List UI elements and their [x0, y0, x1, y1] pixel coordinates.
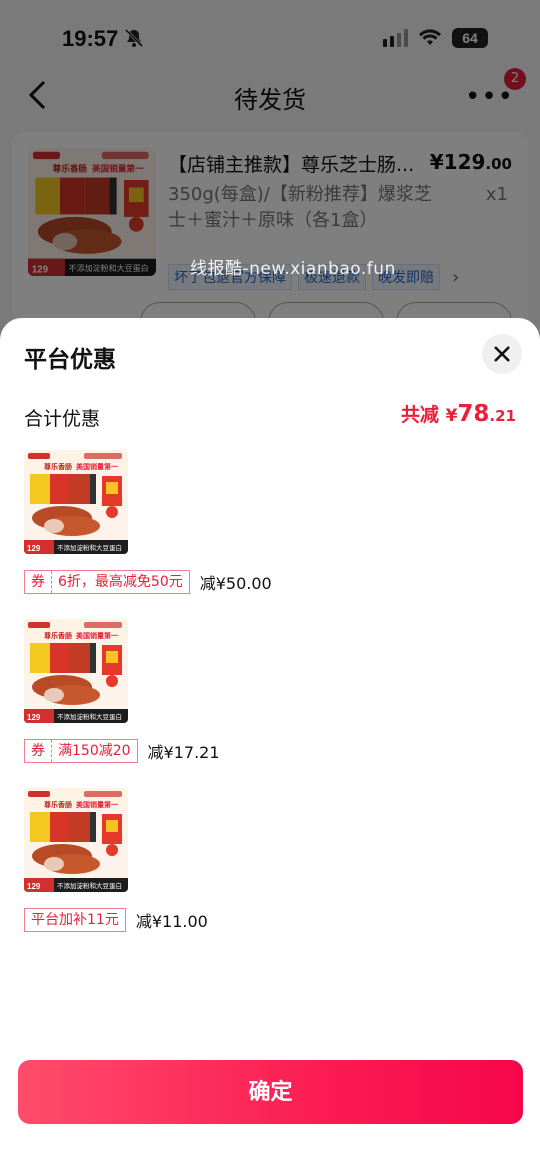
- item-product-image: 尊乐香肠 美国销量第一 129 不添加淀粉和大豆蛋白: [24, 619, 128, 723]
- close-button[interactable]: [482, 334, 522, 374]
- saving-amount: 减¥11.00: [135, 912, 208, 931]
- currency-symbol: ¥: [445, 406, 458, 426]
- sausage-product-image: 尊乐香肠 美国销量第一 129 不添加淀粉和大豆蛋白: [24, 450, 128, 554]
- sheet-title: 平台优惠: [24, 347, 116, 373]
- coupon-tag: 平台加补11元: [24, 908, 126, 932]
- product-banner: 尊乐香肠: [44, 800, 72, 809]
- coupon-prefix: 券: [25, 740, 52, 762]
- close-icon: [494, 346, 510, 362]
- product-banner: 尊乐香肠: [44, 631, 72, 640]
- discount-item: 尊乐香肠 美国销量第一 129 不添加淀粉和大豆蛋白 平台加补11元 减¥11.…: [24, 788, 524, 932]
- price-badge: 129: [27, 544, 41, 553]
- product-footer: 不添加淀粉和大豆蛋白: [57, 881, 122, 890]
- discount-row: 平台加补11元 减¥11.00: [24, 908, 524, 932]
- product-footer: 不添加淀粉和大豆蛋白: [57, 543, 122, 552]
- sausage-product-image: 尊乐香肠 美国销量第一 129 不添加淀粉和大豆蛋白: [24, 619, 128, 723]
- product-banner-highlight: 美国销量第一: [76, 462, 118, 471]
- total-discount-value: 共减 ¥78.21: [401, 400, 516, 427]
- coupon-tag: 券 6折，最高减免50元: [24, 570, 190, 594]
- price-badge: 129: [27, 882, 41, 891]
- total-discount-label: 合计优惠: [24, 408, 101, 430]
- watermark: 线报酷-new.xianbao.fun: [190, 259, 396, 279]
- discount-item: 尊乐香肠 美国销量第一 129 不添加淀粉和大豆蛋白 券: [24, 619, 524, 763]
- discount-row: 券 6折，最高减免50元 减¥50.00: [24, 570, 524, 594]
- sausage-product-image: 尊乐香肠 美国销量第一 129 不添加淀粉和大豆蛋白: [24, 788, 128, 892]
- saving-amount: 减¥50.00: [199, 574, 272, 593]
- saving-amount: 减¥17.21: [147, 743, 220, 762]
- total-int: 78: [457, 401, 490, 427]
- price-badge: 129: [27, 713, 41, 722]
- coupon-tag: 券 满150减20: [24, 739, 138, 763]
- coupon-prefix: 券: [25, 571, 52, 593]
- discount-row: 券 满150减20 减¥17.21: [24, 739, 524, 763]
- total-dec: .21: [489, 407, 516, 425]
- product-banner: 尊乐香肠: [44, 462, 72, 471]
- product-footer: 不添加淀粉和大豆蛋白: [57, 712, 122, 721]
- discount-item: 尊乐香肠 美国销量第一 129 不添加淀粉和大豆蛋白 券: [24, 450, 524, 594]
- confirm-button[interactable]: 确定: [18, 1060, 523, 1124]
- product-banner-highlight: 美国销量第一: [76, 631, 118, 640]
- discount-sheet: 平台优惠 合计优惠 共减 ¥78.21 尊乐香肠 美国销量第一 129 不添加淀…: [0, 318, 540, 1173]
- item-product-image: 尊乐香肠 美国销量第一 129 不添加淀粉和大豆蛋白: [24, 788, 128, 892]
- item-product-image: 尊乐香肠 美国销量第一 129 不添加淀粉和大豆蛋白: [24, 450, 128, 554]
- coupon-text: 满150减20: [58, 743, 131, 759]
- coupon-text: 6折，最高减免50元: [58, 574, 183, 590]
- total-prefix: 共减: [400, 404, 439, 426]
- coupon-text: 平台加补11元: [31, 912, 119, 928]
- product-banner-highlight: 美国销量第一: [76, 800, 118, 809]
